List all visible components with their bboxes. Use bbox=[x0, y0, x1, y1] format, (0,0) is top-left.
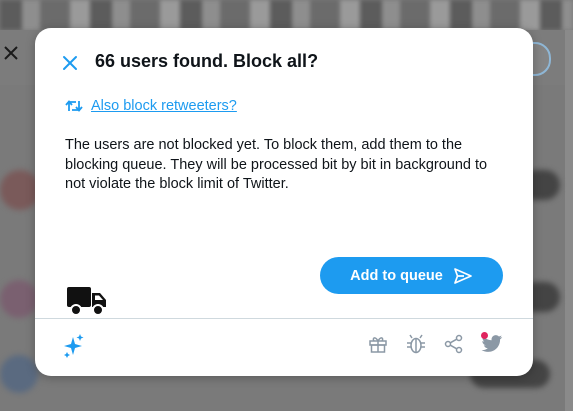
add-to-queue-button[interactable]: Add to queue bbox=[320, 257, 503, 294]
share-button[interactable] bbox=[443, 333, 465, 355]
retweet-icon bbox=[65, 100, 83, 112]
dialog-title: 66 users found. Block all? bbox=[95, 51, 319, 71]
close-icon bbox=[63, 56, 77, 70]
send-icon bbox=[453, 267, 472, 284]
background-avatar bbox=[0, 355, 38, 393]
background-avatar bbox=[0, 170, 40, 210]
gift-icon bbox=[369, 337, 387, 353]
notification-dot bbox=[481, 332, 488, 339]
block-retweeters-link[interactable]: Also block retweeters? bbox=[65, 98, 237, 114]
bug-icon bbox=[407, 334, 425, 354]
block-retweeters-label[interactable]: Also block retweeters? bbox=[91, 98, 237, 114]
background-header-strip bbox=[0, 0, 573, 30]
background-close-icon bbox=[2, 44, 20, 62]
footer-toolbar bbox=[367, 332, 503, 355]
close-button[interactable] bbox=[59, 52, 81, 74]
background-avatar bbox=[0, 280, 38, 318]
add-to-queue-label: Add to queue bbox=[350, 267, 443, 284]
sparkle-icon[interactable] bbox=[63, 333, 85, 364]
twitter-button[interactable] bbox=[481, 332, 503, 355]
truck-icon bbox=[66, 285, 108, 322]
background-edge bbox=[565, 30, 573, 411]
footer-divider bbox=[35, 318, 533, 319]
dialog-description: The users are not blocked yet. To block … bbox=[65, 137, 488, 192]
bug-report-button[interactable] bbox=[405, 333, 427, 355]
gift-button[interactable] bbox=[367, 333, 389, 355]
block-dialog: 66 users found. Block all? Also block re… bbox=[35, 28, 533, 376]
share-icon bbox=[444, 334, 463, 354]
